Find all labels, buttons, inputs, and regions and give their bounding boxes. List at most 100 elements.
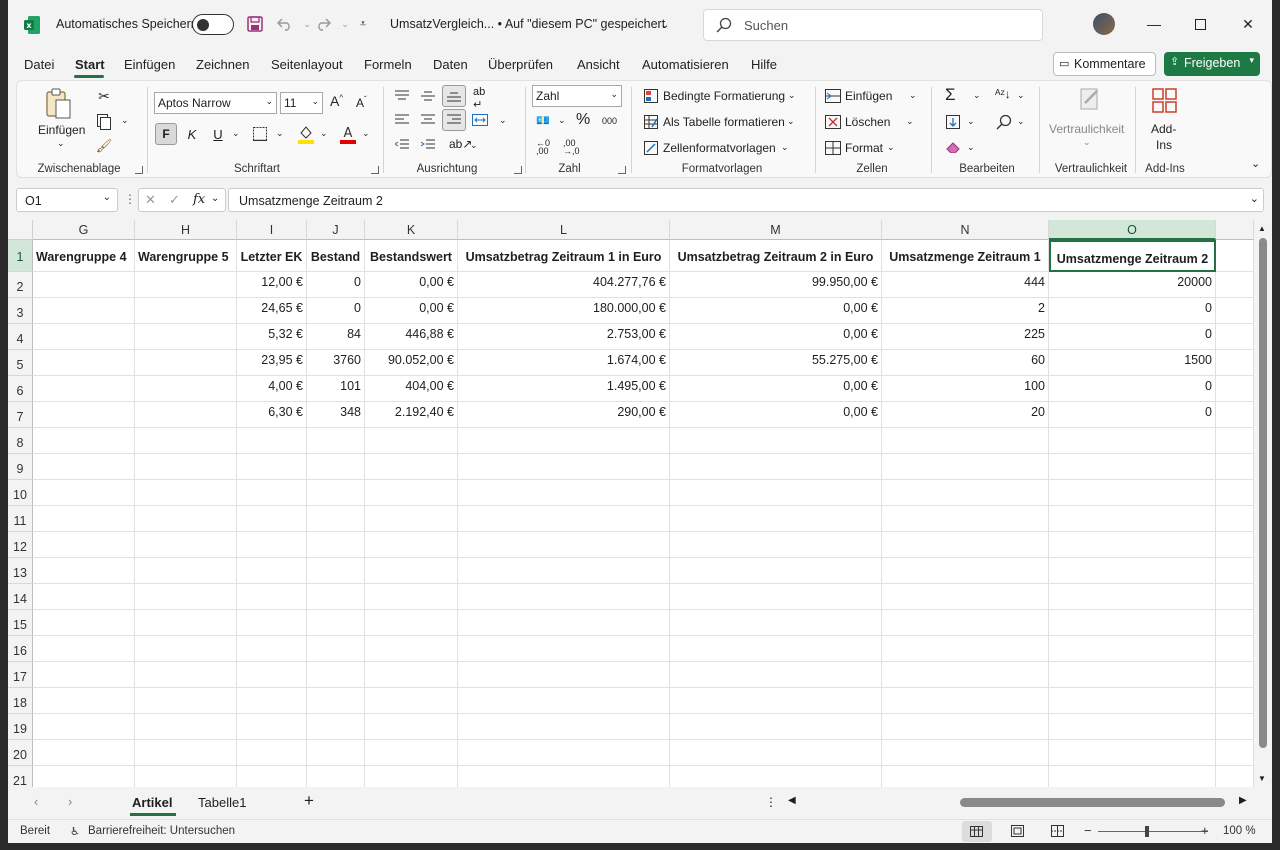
wrap-text-icon[interactable]: ab ↵ xyxy=(473,86,485,111)
column-header-next[interactable] xyxy=(1216,220,1254,240)
table-cell[interactable] xyxy=(307,740,365,766)
table-cell[interactable] xyxy=(1049,662,1216,688)
decrease-decimal-icon[interactable]: ,00 →,0 xyxy=(563,139,580,156)
name-box-dropdown-icon[interactable]: ⌄ xyxy=(103,192,111,203)
table-cell[interactable] xyxy=(365,454,458,480)
table-cell[interactable] xyxy=(1049,454,1216,480)
zoom-level[interactable]: 100 % xyxy=(1223,825,1256,837)
table-cell[interactable] xyxy=(135,298,237,324)
table-cell[interactable] xyxy=(307,636,365,662)
table-cell[interactable]: 2.192,40 € xyxy=(365,402,458,428)
table-cell[interactable] xyxy=(135,636,237,662)
table-cell[interactable] xyxy=(307,584,365,610)
table-cell[interactable]: 0 xyxy=(1049,324,1216,350)
table-cell[interactable]: 0 xyxy=(1049,376,1216,402)
decrease-indent-icon[interactable] xyxy=(392,136,412,154)
addins-icon[interactable] xyxy=(1151,87,1179,115)
table-cell[interactable]: 101 xyxy=(307,376,365,402)
find-select-dropdown-icon[interactable]: ⌄ xyxy=(1017,116,1025,127)
column-title-cell[interactable]: Bestand xyxy=(307,240,365,272)
name-box[interactable]: O1 ⌄ xyxy=(16,188,118,212)
page-break-view-icon[interactable] xyxy=(1051,825,1064,840)
align-right-icon[interactable] xyxy=(442,109,466,131)
column-title-cell[interactable]: Bestandswert xyxy=(365,240,458,272)
font-size-combo[interactable]: 11 ⌄ xyxy=(280,92,323,114)
font-color-dropdown-icon[interactable]: ⌄ xyxy=(362,128,370,139)
number-launcher-icon[interactable] xyxy=(618,166,626,174)
tab-seitenlayout[interactable]: Seitenlayout xyxy=(271,57,343,72)
page-layout-view-icon[interactable] xyxy=(1011,825,1024,840)
zoom-in-icon[interactable]: + xyxy=(1201,823,1209,838)
cell-styles-icon[interactable] xyxy=(643,140,659,156)
table-cell[interactable] xyxy=(458,506,670,532)
table-cell[interactable] xyxy=(670,662,882,688)
table-cell[interactable] xyxy=(365,428,458,454)
table-cell[interactable] xyxy=(1216,376,1254,402)
table-cell[interactable]: 2 xyxy=(882,298,1049,324)
column-title-cell[interactable]: Umsatzmenge Zeitraum 1 xyxy=(882,240,1049,272)
cell-styles-button[interactable]: Zellenformatvorlagen xyxy=(663,141,776,155)
table-cell[interactable] xyxy=(1216,454,1254,480)
row-header-21[interactable]: 21 xyxy=(8,766,33,787)
table-cell[interactable]: 446,88 € xyxy=(365,324,458,350)
search-box[interactable]: Suchen xyxy=(703,9,1043,41)
delete-cells-button[interactable]: Löschen xyxy=(845,115,890,129)
table-cell[interactable] xyxy=(237,714,307,740)
font-size-dropdown-icon[interactable]: ⌄ xyxy=(311,96,319,107)
table-cell[interactable] xyxy=(1049,558,1216,584)
number-format-combo[interactable]: Zahl ⌄ xyxy=(532,85,622,107)
column-title-cell[interactable]: Umsatzmenge Zeitraum 2 xyxy=(1049,240,1216,272)
table-cell[interactable] xyxy=(882,454,1049,480)
table-cell[interactable] xyxy=(1216,636,1254,662)
table-cell[interactable] xyxy=(33,662,135,688)
table-cell[interactable] xyxy=(1049,428,1216,454)
fx-dropdown-icon[interactable]: ⌄ xyxy=(211,193,219,204)
table-cell[interactable] xyxy=(670,688,882,714)
table-cell[interactable]: 24,65 € xyxy=(237,298,307,324)
zoom-out-icon[interactable]: − xyxy=(1084,823,1092,838)
table-cell[interactable] xyxy=(307,480,365,506)
tab-daten[interactable]: Daten xyxy=(433,57,468,72)
vertical-scrollbar[interactable]: ▲ ▼ xyxy=(1254,220,1272,787)
table-cell[interactable] xyxy=(670,610,882,636)
table-cell[interactable] xyxy=(307,688,365,714)
table-cell[interactable] xyxy=(1216,662,1254,688)
table-cell[interactable]: 1.495,00 € xyxy=(458,376,670,402)
borders-icon[interactable] xyxy=(251,125,269,143)
formula-input[interactable]: Umsatzmenge Zeitraum 2 ⌄ xyxy=(228,188,1264,212)
table-cell[interactable]: 1.674,00 € xyxy=(458,350,670,376)
normal-view-button[interactable] xyxy=(962,821,992,842)
spreadsheet-grid[interactable]: ▲ ▼ G H I J K L M N O 1 Warengruppe 4 Warengruppe 5… xyxy=(8,220,1272,787)
table-cell[interactable] xyxy=(237,662,307,688)
delete-cells-icon[interactable] xyxy=(825,114,841,130)
close-icon[interactable]: ✕ xyxy=(1237,13,1259,35)
align-middle-icon[interactable] xyxy=(418,87,438,105)
table-cell[interactable] xyxy=(33,454,135,480)
table-cell[interactable] xyxy=(1049,480,1216,506)
table-cell[interactable] xyxy=(458,428,670,454)
row-header-17[interactable]: 17 xyxy=(8,662,33,688)
table-cell[interactable]: 5,32 € xyxy=(237,324,307,350)
row-header-19[interactable]: 19 xyxy=(8,714,33,740)
conditional-formatting-icon[interactable] xyxy=(643,88,659,104)
table-cell[interactable]: 0 xyxy=(1049,402,1216,428)
table-cell[interactable]: 404.277,76 € xyxy=(458,272,670,298)
table-cell[interactable] xyxy=(882,558,1049,584)
table-cell[interactable] xyxy=(670,454,882,480)
table-cell[interactable] xyxy=(1216,480,1254,506)
currency-format-icon[interactable]: 💶 xyxy=(536,114,550,127)
table-cell[interactable] xyxy=(882,480,1049,506)
align-bottom-icon[interactable] xyxy=(442,85,466,107)
table-cell[interactable] xyxy=(1216,272,1254,298)
table-cell[interactable] xyxy=(307,766,365,787)
table-cell[interactable] xyxy=(458,636,670,662)
table-cell[interactable] xyxy=(670,584,882,610)
tab-einfuegen[interactable]: Einfügen xyxy=(124,57,175,72)
table-cell[interactable] xyxy=(1216,298,1254,324)
insert-function-icon[interactable]: fx xyxy=(193,192,205,207)
table-cell[interactable] xyxy=(1216,688,1254,714)
cell-styles-dropdown-icon[interactable]: ⌄ xyxy=(781,142,789,153)
table-cell[interactable] xyxy=(237,740,307,766)
table-cell[interactable] xyxy=(882,740,1049,766)
table-cell[interactable] xyxy=(458,662,670,688)
